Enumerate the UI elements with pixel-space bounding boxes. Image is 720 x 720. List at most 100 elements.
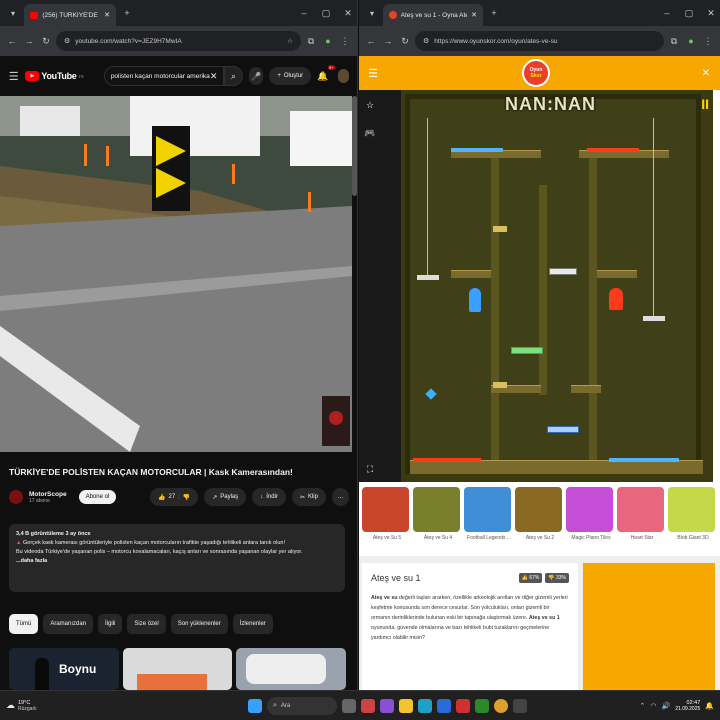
recommended-thumb-2[interactable] — [123, 648, 232, 690]
channel-name[interactable]: MotorScope — [29, 491, 67, 498]
hamburger-menu-icon[interactable]: ☰ — [8, 69, 19, 83]
site-info-icon[interactable]: ⚙ — [64, 37, 70, 45]
subscribe-button[interactable]: Abone ol — [78, 490, 117, 504]
site-menu-icon[interactable]: ☰ — [366, 66, 380, 80]
site-logo[interactable]: Oyun Skor — [522, 59, 550, 87]
menu-dots-icon[interactable]: ⋮ — [338, 34, 352, 48]
right-extensions-icon[interactable]: ⧉ — [667, 34, 681, 48]
right-site-info-icon[interactable]: ⚙ — [423, 37, 429, 45]
youtube-search-button[interactable]: ⌕ — [224, 66, 243, 86]
clear-search-icon[interactable]: ✕ — [210, 71, 218, 82]
game-canvas[interactable]: NAN:NAN II — [401, 90, 713, 482]
lever-bottom[interactable] — [493, 382, 507, 388]
edge-icon[interactable] — [418, 698, 432, 713]
right-new-tab-icon[interactable]: + — [487, 6, 501, 20]
store-icon[interactable] — [437, 698, 451, 713]
video-player[interactable] — [0, 96, 352, 452]
ad-panel[interactable] — [583, 563, 715, 690]
chip-all[interactable]: Tümü — [9, 614, 39, 634]
task-view-icon[interactable] — [342, 698, 356, 713]
right-tab-list-icon[interactable]: ▾ — [365, 6, 379, 20]
reload-icon[interactable]: ↻ — [39, 34, 53, 48]
extensions-icon[interactable]: ⧉ — [304, 34, 318, 48]
windows-start-icon[interactable] — [248, 698, 262, 713]
right-minimize-icon[interactable]: – — [658, 8, 676, 18]
taskbar-search[interactable]: ⌕ Ara — [267, 696, 337, 715]
notification-center-icon[interactable]: 🔔 — [705, 702, 714, 710]
forward-icon[interactable]: → — [22, 34, 36, 48]
profile-icon[interactable]: ● — [321, 34, 335, 48]
left-active-tab[interactable]: (256) TÜRKİYE'DE POLİSTEN ✕ — [24, 4, 116, 26]
chrome-icon[interactable] — [494, 698, 508, 713]
weather-widget[interactable]: ☁ 19°C Rüzgarlı — [6, 700, 86, 712]
tab-list-icon[interactable]: ▾ — [6, 6, 20, 20]
share-button[interactable]: ↗ Paylaş — [204, 488, 247, 506]
youtube-logo[interactable]: ▶ YouTube TR — [25, 71, 84, 81]
pause-button[interactable]: II — [701, 96, 709, 112]
right-menu-dots-icon[interactable]: ⋮ — [701, 34, 715, 48]
app-icon-2[interactable] — [380, 698, 394, 713]
channel-avatar[interactable] — [9, 490, 23, 504]
right-close-tab-icon[interactable]: ✕ — [471, 11, 477, 19]
right-back-icon[interactable]: ← — [364, 34, 378, 48]
related-game-5[interactable]: Magic Piano Tiles — [565, 487, 614, 541]
clock[interactable]: 02:47 21.09.2025 — [675, 700, 700, 712]
left-url-field[interactable]: ⚙ youtube.com/watch?v=JEZ9H7MwIA ☆ — [56, 31, 301, 51]
chip-related[interactable]: İlgili — [98, 614, 123, 634]
lever-top[interactable] — [493, 226, 507, 232]
related-game-2[interactable]: Ateş ve Su 4 — [412, 487, 461, 541]
more-actions-button[interactable]: ... — [331, 488, 349, 506]
related-game-7[interactable]: Blob Giant 3D — [667, 487, 716, 541]
close-tab-icon[interactable]: ✕ — [104, 11, 110, 19]
youtube-search-input[interactable]: polisten kaçan motorcular amerika — [111, 73, 210, 80]
description-box[interactable]: 3,4 B görüntüleme 3 ay önce ▲ Gerçek kas… — [9, 524, 345, 592]
minimize-icon[interactable]: – — [295, 8, 313, 18]
right-reload-icon[interactable]: ↻ — [398, 34, 412, 48]
like-rating-button[interactable]: 👍 67% — [518, 573, 543, 583]
recommended-thumb-1[interactable]: Boynu — [9, 648, 119, 690]
related-game-1[interactable]: Ateş ve Su 5 — [361, 487, 410, 541]
dislike-rating-button[interactable]: 👎 33% — [545, 573, 569, 583]
tray-chevron-icon[interactable]: ⌃ — [640, 702, 646, 710]
right-forward-icon[interactable]: → — [381, 34, 395, 48]
related-game-6[interactable]: Heart Star — [616, 487, 665, 541]
fullscreen-icon[interactable]: ⛶ — [363, 462, 377, 476]
show-more-link[interactable]: ...daha fazla — [16, 557, 338, 566]
right-close-window-icon[interactable]: ✕ — [702, 8, 720, 19]
close-window-icon[interactable]: ✕ — [339, 8, 357, 19]
chip-watched[interactable]: İzlenenler — [232, 614, 273, 634]
network-icon[interactable]: ◠ — [650, 702, 656, 710]
bookmark-star-icon[interactable]: ☆ — [287, 37, 293, 45]
right-url-field[interactable]: ⚙ https://www.oyunskor.com/oyun/ates-ve-… — [415, 31, 664, 51]
right-active-tab[interactable]: Ateş ve su 1 - Oyna Ateş ve su ✕ — [383, 4, 483, 26]
thumbs-down-icon[interactable]: 👎 — [183, 494, 190, 501]
xbox-icon[interactable] — [475, 698, 489, 713]
chip-recent[interactable]: Son yüklenenler — [170, 614, 228, 634]
maximize-icon[interactable]: ▢ — [317, 8, 335, 19]
recommended-thumb-3[interactable] — [236, 648, 346, 690]
like-button[interactable]: 👍 27 | 👎 — [150, 488, 199, 506]
create-button[interactable]: + Oluştur — [269, 67, 312, 85]
app-icon-1[interactable] — [361, 698, 375, 713]
notifications-bell-icon[interactable]: 🔔 9+ — [317, 65, 335, 83]
file-explorer-icon[interactable] — [399, 698, 413, 713]
right-profile-icon[interactable]: ● — [684, 34, 698, 48]
account-avatar[interactable] — [337, 69, 349, 83]
back-icon[interactable]: ← — [5, 34, 19, 48]
related-game-3[interactable]: Football Legends ... — [463, 487, 512, 541]
related-game-4[interactable]: Ateş ve Su 2 — [514, 487, 563, 541]
chip-from-search[interactable]: Aramanızdan — [43, 614, 94, 634]
voice-search-icon[interactable]: 🎤 — [248, 67, 264, 85]
chip-for-you[interactable]: Size özel — [127, 614, 166, 634]
gamepad-icon[interactable]: 🎮 — [363, 126, 377, 140]
youtube-search-box[interactable]: polisten kaçan motorcular amerika ✕ — [103, 66, 225, 86]
new-tab-icon[interactable]: + — [120, 6, 134, 20]
app-icon-3[interactable] — [456, 698, 470, 713]
left-scrollbar[interactable] — [352, 96, 357, 196]
volume-icon[interactable]: 🔊 — [662, 702, 671, 710]
site-close-icon[interactable]: ✕ — [699, 66, 713, 80]
favorite-star-icon[interactable]: ☆ — [363, 98, 377, 112]
app-icon-4[interactable] — [513, 698, 527, 713]
clip-button[interactable]: ✂ Klip — [291, 488, 326, 506]
download-button[interactable]: ↓ İndir — [252, 488, 286, 506]
